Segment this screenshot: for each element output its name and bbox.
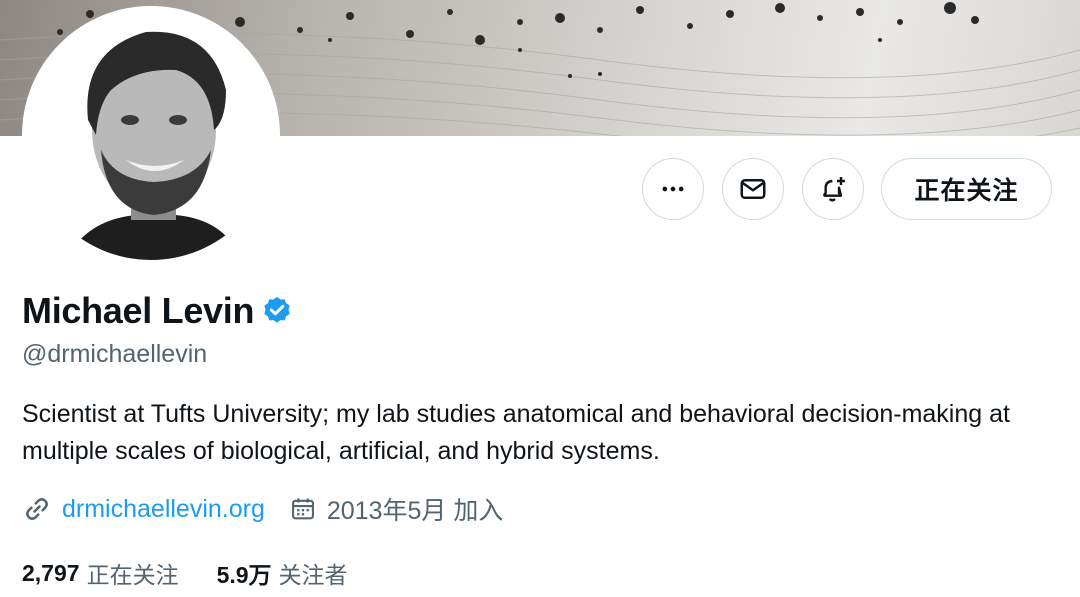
profile-stats: 2,797 正在关注 5.9万 关注者: [22, 556, 348, 590]
following-stat[interactable]: 2,797 正在关注: [22, 556, 179, 590]
followers-label: 关注者: [278, 562, 348, 588]
followers-count: 5.9万: [216, 562, 272, 588]
join-date: 2013年5月 加入: [326, 497, 504, 525]
avatar-photo: [26, 10, 276, 260]
profile-handle: @drmichaellevin: [22, 340, 208, 368]
profile-avatar[interactable]: [22, 6, 280, 264]
profile-name: Michael Levin: [22, 290, 255, 331]
following-count: 2,797: [22, 559, 80, 586]
profile-name-row: Michael Levin: [22, 290, 293, 332]
following-label: 正在关注: [86, 562, 179, 588]
website-link[interactable]: drmichaellevin.org: [62, 495, 265, 524]
verified-badge-icon[interactable]: [261, 295, 293, 327]
more-button[interactable]: [642, 158, 704, 220]
profile-meta: drmichaellevin.org 2013年5月 加入: [22, 491, 503, 527]
notifications-button[interactable]: [802, 158, 864, 220]
followers-stat[interactable]: 5.9万 关注者: [217, 556, 348, 590]
message-button[interactable]: [722, 158, 784, 220]
bell-plus-icon: [822, 177, 845, 202]
calendar-icon: [291, 498, 314, 520]
more-horizontal-icon: [662, 186, 684, 192]
link-icon: [26, 498, 48, 520]
profile-bio: Scientist at Tufts University; my lab st…: [22, 400, 1010, 465]
envelope-icon: [740, 179, 766, 199]
following-button[interactable]: 正在关注: [881, 158, 1052, 220]
